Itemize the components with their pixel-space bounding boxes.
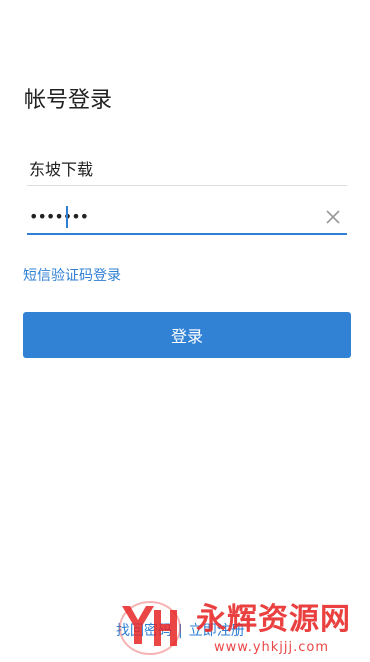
find-password-link[interactable]: 找回密码	[116, 623, 172, 639]
watermark-url: www.yhkjjj.com	[214, 640, 330, 655]
login-button[interactable]: 登录	[23, 312, 351, 358]
sms-login-link[interactable]: 短信验证码登录	[23, 266, 121, 286]
text-caret	[66, 206, 68, 228]
page-title: 帐号登录	[24, 88, 113, 113]
footer-separator: |	[178, 623, 183, 639]
register-link[interactable]: 立即注册	[189, 623, 245, 639]
password-field-container: •••••••	[27, 201, 347, 235]
username-field-container	[27, 152, 347, 186]
footer-links: 找回密码 | 立即注册	[116, 621, 245, 641]
close-icon[interactable]	[325, 209, 341, 225]
password-input[interactable]: •••••••	[29, 208, 89, 226]
username-input[interactable]	[27, 152, 311, 184]
